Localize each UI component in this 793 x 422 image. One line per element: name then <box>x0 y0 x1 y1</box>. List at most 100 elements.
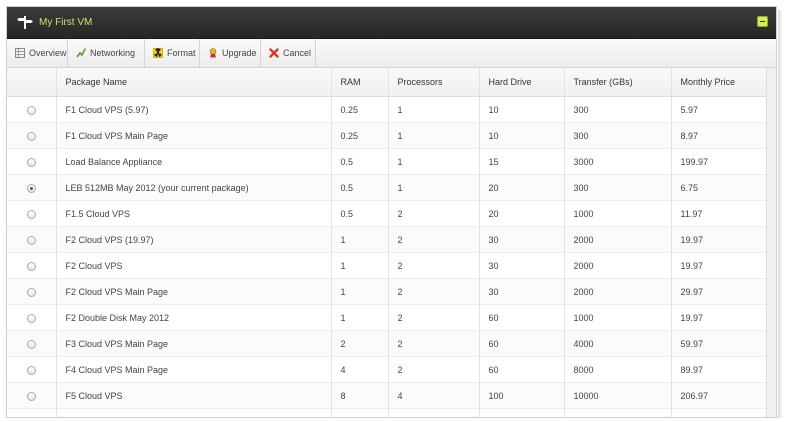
ram-cell: 0.5 <box>331 200 389 227</box>
tab-networking[interactable]: Networking <box>68 39 145 67</box>
select-cell <box>7 174 57 201</box>
package-name-cell: F1 Cloud VPS (5.97) <box>56 96 332 123</box>
window-title: My First VM <box>39 17 93 28</box>
column-header-package-name[interactable]: Package Name <box>56 68 332 97</box>
column-header-processors[interactable]: Processors <box>388 68 480 97</box>
table-row[interactable]: 12GB Cloud VDS1243008000299.99 <box>7 408 769 417</box>
select-cell <box>7 356 57 383</box>
transfer-cell: 10000 <box>564 382 672 409</box>
monthly-price-cell: 29.97 <box>671 278 769 305</box>
package-radio[interactable] <box>26 365 36 375</box>
ram-cell: 4 <box>331 356 389 383</box>
package-name-cell: F2 Cloud VPS Main Page <box>56 278 332 305</box>
monthly-price-cell: 5.97 <box>671 96 769 123</box>
tab-format[interactable]: Format <box>145 39 200 67</box>
monthly-price-cell: 19.97 <box>671 304 769 331</box>
minimize-button[interactable] <box>757 16 768 27</box>
table-row[interactable]: F2 Cloud VPS 1 2 30 2000 19.97 <box>7 252 769 279</box>
table-row[interactable]: F1 Cloud VPS (5.97) 0.25 1 10 300 5.97 <box>7 96 769 123</box>
hard-drive-cell: 60 <box>479 356 565 383</box>
tab-cancel-label: Cancel <box>283 48 312 58</box>
processors-cell: 2 <box>388 278 480 305</box>
package-name-cell: F2 Cloud VPS <box>56 252 332 279</box>
vertical-scrollbar[interactable] <box>766 68 776 417</box>
monthly-price-cell: 8.97 <box>671 122 769 149</box>
tab-upgrade[interactable]: Upgrade <box>200 39 261 67</box>
package-radio[interactable] <box>26 313 36 323</box>
select-cell <box>7 252 57 279</box>
tab-cancel[interactable]: Cancel <box>261 39 316 67</box>
package-radio[interactable] <box>26 157 36 167</box>
table-row[interactable]: F2 Cloud VPS Main Page 1 2 30 2000 29.97 <box>7 278 769 305</box>
table-row[interactable]: F2 Double Disk May 2012 1 2 60 1000 19.97 <box>7 304 769 331</box>
ram-cell: 8 <box>331 382 389 409</box>
package-radio[interactable] <box>26 261 36 271</box>
transfer-cell: 3000 <box>564 148 672 175</box>
select-cell <box>7 122 57 149</box>
grid-icon <box>15 48 25 58</box>
table-row[interactable]: F1 Cloud VPS Main Page 0.25 1 10 300 8.97 <box>7 122 769 149</box>
column-header-transfer[interactable]: Transfer (GBs) <box>564 68 672 97</box>
table-row[interactable]: F4 Cloud VPS Main Page 4 2 60 8000 89.97 <box>7 356 769 383</box>
hard-drive-cell: 10 <box>479 122 565 149</box>
table-row[interactable]: F5 Cloud VPS 8 4 100 10000 206.97 <box>7 382 769 409</box>
transfer-cell: 300 <box>564 122 672 149</box>
processors-cell: 2 <box>388 252 480 279</box>
cancel-icon <box>269 48 279 58</box>
monthly-price-cell: 11.97 <box>671 200 769 227</box>
ram-cell: 1 <box>331 252 389 279</box>
package-radio[interactable] <box>26 183 36 193</box>
hard-drive-cell: 30 <box>479 226 565 253</box>
transfer-cell: 1000 <box>564 200 672 227</box>
package-name-cell: F3 Cloud VPS Main Page <box>56 330 332 357</box>
processors-cell: 2 <box>388 356 480 383</box>
hard-drive-cell: 10 <box>479 96 565 123</box>
network-icon <box>76 48 86 58</box>
package-radio[interactable] <box>26 287 36 297</box>
hard-drive-cell: 60 <box>479 330 565 357</box>
package-radio[interactable] <box>26 339 36 349</box>
select-cell <box>7 226 57 253</box>
column-header-ram[interactable]: RAM <box>331 68 389 97</box>
table-row[interactable]: F1.5 Cloud VPS 0.5 2 20 1000 11.97 <box>7 200 769 227</box>
select-cell <box>7 96 57 123</box>
package-name-cell: LEB 512MB May 2012 (your current package… <box>56 174 332 201</box>
ram-cell: 1 <box>331 278 389 305</box>
ram-cell: 1 <box>331 226 389 253</box>
signpost-logo-icon <box>17 16 33 29</box>
package-name-cell: F1 Cloud VPS Main Page <box>56 122 332 149</box>
window-shadow <box>778 10 782 418</box>
processors-cell: 1 <box>388 148 480 175</box>
hard-drive-cell: 15 <box>479 148 565 175</box>
table-row[interactable]: LEB 512MB May 2012 (your current package… <box>7 174 769 201</box>
column-header-monthly-price[interactable]: Monthly Price <box>671 68 769 97</box>
tab-overview[interactable]: Overview <box>7 39 68 67</box>
transfer-cell: 1000 <box>564 304 672 331</box>
table-header-row: Package Name RAM Processors Hard Drive T… <box>7 68 769 97</box>
column-header-select <box>7 68 57 97</box>
package-radio[interactable] <box>26 235 36 245</box>
transfer-cell: 2000 <box>564 278 672 305</box>
package-radio[interactable] <box>26 105 36 115</box>
table-row[interactable]: F3 Cloud VPS Main Page 2 2 60 4000 59.97 <box>7 330 769 357</box>
tab-networking-label: Networking <box>90 48 136 58</box>
select-cell <box>7 304 57 331</box>
package-radio[interactable] <box>26 209 36 219</box>
processors-cell: 4 <box>388 408 480 417</box>
table-row[interactable]: Load Balance Appliance 0.5 1 15 3000 199.97 <box>7 148 769 175</box>
monthly-price-cell: 199.97 <box>671 148 769 175</box>
select-cell <box>7 148 57 175</box>
ram-cell: 1 <box>331 304 389 331</box>
package-radio[interactable] <box>26 131 36 141</box>
package-radio[interactable] <box>26 391 36 401</box>
transfer-cell: 2000 <box>564 226 672 253</box>
package-name-cell: 12GB Cloud VDS <box>56 408 332 417</box>
hard-drive-cell: 100 <box>479 382 565 409</box>
column-header-hard-drive[interactable]: Hard Drive <box>479 68 565 97</box>
package-name-cell: F2 Double Disk May 2012 <box>56 304 332 331</box>
select-cell <box>7 330 57 357</box>
transfer-cell: 300 <box>564 174 672 201</box>
table-row[interactable]: F2 Cloud VPS (19.97) 1 2 30 2000 19.97 <box>7 226 769 253</box>
tab-overview-label: Overview <box>29 48 67 58</box>
tab-format-label: Format <box>167 48 196 58</box>
